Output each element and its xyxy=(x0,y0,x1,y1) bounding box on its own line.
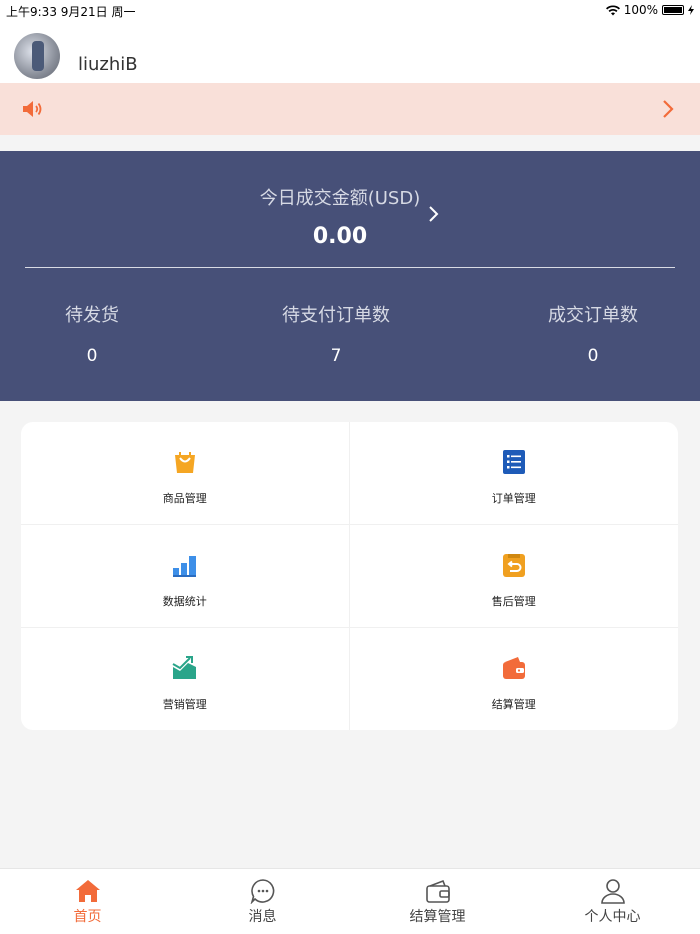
menu-after-sales[interactable]: 售后管理 xyxy=(349,525,678,628)
tab-label: 个人中心 xyxy=(584,909,641,925)
battery-icon xyxy=(662,5,684,15)
message-icon xyxy=(250,879,274,904)
tab-home[interactable]: 首页 xyxy=(0,869,175,934)
return-icon xyxy=(502,554,525,577)
tab-label: 消息 xyxy=(248,909,277,925)
stat-label: 待支付订单数 xyxy=(282,305,390,326)
stat-label: 成交订单数 xyxy=(548,305,638,326)
stat-pending-shipment[interactable]: 待发货 0 xyxy=(0,301,192,366)
tab-messages[interactable]: 消息 xyxy=(175,869,350,934)
tab-settlement[interactable]: 结算管理 xyxy=(350,869,525,934)
stat-pending-payment[interactable]: 待支付订单数 7 xyxy=(236,301,436,366)
menu-label: 商品管理 xyxy=(162,492,207,505)
menu-label: 营销管理 xyxy=(162,698,207,711)
today-amount-value: 0.00 xyxy=(312,224,368,249)
shopping-bag-icon xyxy=(174,452,195,473)
menu-label: 数据统计 xyxy=(162,595,207,608)
menu-label: 结算管理 xyxy=(491,698,536,711)
status-right: 100% xyxy=(605,3,694,17)
stat-value: 0 xyxy=(86,346,98,366)
menu-marketing[interactable]: 营销管理 xyxy=(21,628,350,730)
divider xyxy=(25,267,675,268)
menu-label: 订单管理 xyxy=(491,492,536,505)
bar-chart-icon xyxy=(172,556,196,577)
menu-settlement[interactable]: 结算管理 xyxy=(350,628,679,730)
stat-value: 7 xyxy=(330,346,342,366)
tab-bar: 首页 消息 结算管理 个人中心 xyxy=(0,868,700,934)
wallet-icon xyxy=(502,657,525,679)
menu-product-management[interactable]: 商品管理 xyxy=(21,422,350,525)
stats-panel: 今日成交金额(USD) 0.00 待发货 0 待支付订单数 7 成交订单数 0 xyxy=(0,151,700,401)
header: liuzhiB xyxy=(0,20,700,83)
person-icon xyxy=(600,879,625,904)
tab-label: 结算管理 xyxy=(409,909,466,925)
speaker-icon xyxy=(23,101,42,117)
stat-value: 0 xyxy=(587,346,599,366)
today-amount-label: 今日成交金额(USD) xyxy=(259,188,421,209)
charging-icon xyxy=(688,5,694,15)
menu-grid: 商品管理 订单管理 数据统计 售后管理 营销管理 结算管理 xyxy=(21,422,678,730)
status-bar: 上午9:33 9月21日 周一 100% xyxy=(0,0,700,20)
status-time-date: 上午9:33 9月21日 周一 xyxy=(6,5,136,19)
menu-order-management[interactable]: 订单管理 xyxy=(349,422,678,525)
wifi-icon xyxy=(605,4,620,15)
username: liuzhiB xyxy=(78,54,138,75)
chevron-right-icon[interactable] xyxy=(662,99,674,119)
wallet-icon xyxy=(425,879,450,903)
avatar[interactable] xyxy=(14,33,60,79)
tab-profile[interactable]: 个人中心 xyxy=(525,869,700,934)
stat-label: 待发货 xyxy=(65,305,119,326)
notice-bar[interactable] xyxy=(0,83,700,135)
chevron-right-icon[interactable] xyxy=(428,205,440,223)
home-icon xyxy=(75,880,100,902)
menu-label: 售后管理 xyxy=(491,595,536,608)
menu-data-statistics[interactable]: 数据统计 xyxy=(21,525,350,628)
order-list-icon xyxy=(502,450,525,474)
battery-percent: 100% xyxy=(623,3,658,17)
stat-completed-orders[interactable]: 成交订单数 0 xyxy=(493,301,693,366)
trend-chart-icon xyxy=(172,656,196,679)
tab-label: 首页 xyxy=(73,909,102,925)
